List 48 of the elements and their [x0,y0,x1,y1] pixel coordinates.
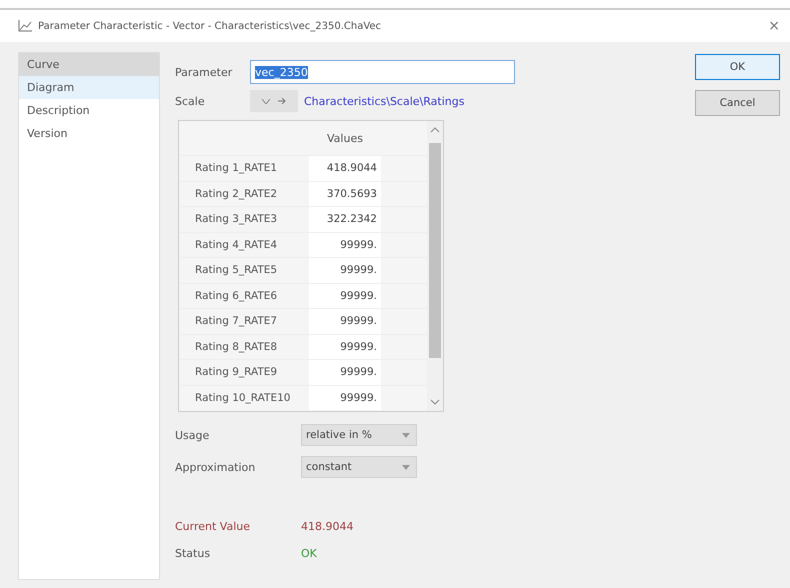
row-header: Rating 9_RATE9 [194,366,278,378]
parameter-label: Parameter [175,66,234,78]
row-header: Rating 7_RATE7 [194,315,278,328]
table-cell[interactable]: 322.2342 [309,207,381,232]
caret-icon [402,464,410,470]
scroll-up-icon[interactable] [430,126,440,134]
table-cell[interactable]: 418.9044 [309,156,381,180]
table-cell[interactable]: 99999. [309,309,381,334]
window-title: Parameter Characteristic - Vector - Characteristics\vec_2350.ChaVec [38,20,382,32]
sidebar-item[interactable]: Curve [19,53,159,76]
scale-link[interactable]: Characteristics\Scale\Ratings [304,94,464,108]
caret-icon [402,432,410,438]
sidebar-item[interactable]: Version [19,122,159,145]
usage-dropdown[interactable]: relative in % [301,424,417,446]
row-header: Rating 1_RATE1 [194,162,278,174]
current-value-label: Current Value [175,520,252,533]
scroll-down-icon[interactable] [430,398,440,406]
table-cell[interactable]: 99999. [309,334,381,359]
row-header: Rating 2_RATE2 [194,188,278,200]
row-header: Rating 5_RATE5 [194,264,278,276]
status-label: Status [175,547,212,560]
cancel-button[interactable]: Cancel [695,90,780,116]
close-button[interactable]: × [768,18,780,34]
row-header: Rating 4_RATE4 [194,238,278,251]
table-cell[interactable]: 99999. [309,386,381,410]
row-header: Rating 6_RATE6 [194,290,278,302]
scrollbar[interactable] [427,121,443,411]
row-header: Rating 10_RATE10 [194,392,292,404]
chart-icon [18,20,32,32]
sidebar-item[interactable]: Diagram [19,76,159,99]
scale-buttons[interactable] [250,90,298,112]
status-value: OK [301,547,318,560]
current-value: 418.9044 [301,520,354,533]
row-header: Rating 3_RATE3 [194,213,278,226]
table-cell[interactable]: 99999. [309,360,381,384]
scale-label: Scale [175,94,206,108]
column-header: Values [326,132,364,144]
approximation-dropdown[interactable]: constant [301,456,417,478]
approximation-label: Approximation [175,460,256,474]
table-cell[interactable]: 99999. [309,258,381,282]
ok-button[interactable]: OK [695,54,780,80]
sidebar-item[interactable]: Description [19,99,159,122]
table-cell[interactable]: 99999. [309,284,381,308]
row-header: Rating 8_RATE8 [194,340,278,353]
table-cell[interactable]: 370.5693 [309,182,381,206]
table-cell[interactable]: 99999. [309,232,381,257]
usage-label: Usage [175,428,210,442]
parameter-field[interactable]: vec_2350 [250,60,515,84]
